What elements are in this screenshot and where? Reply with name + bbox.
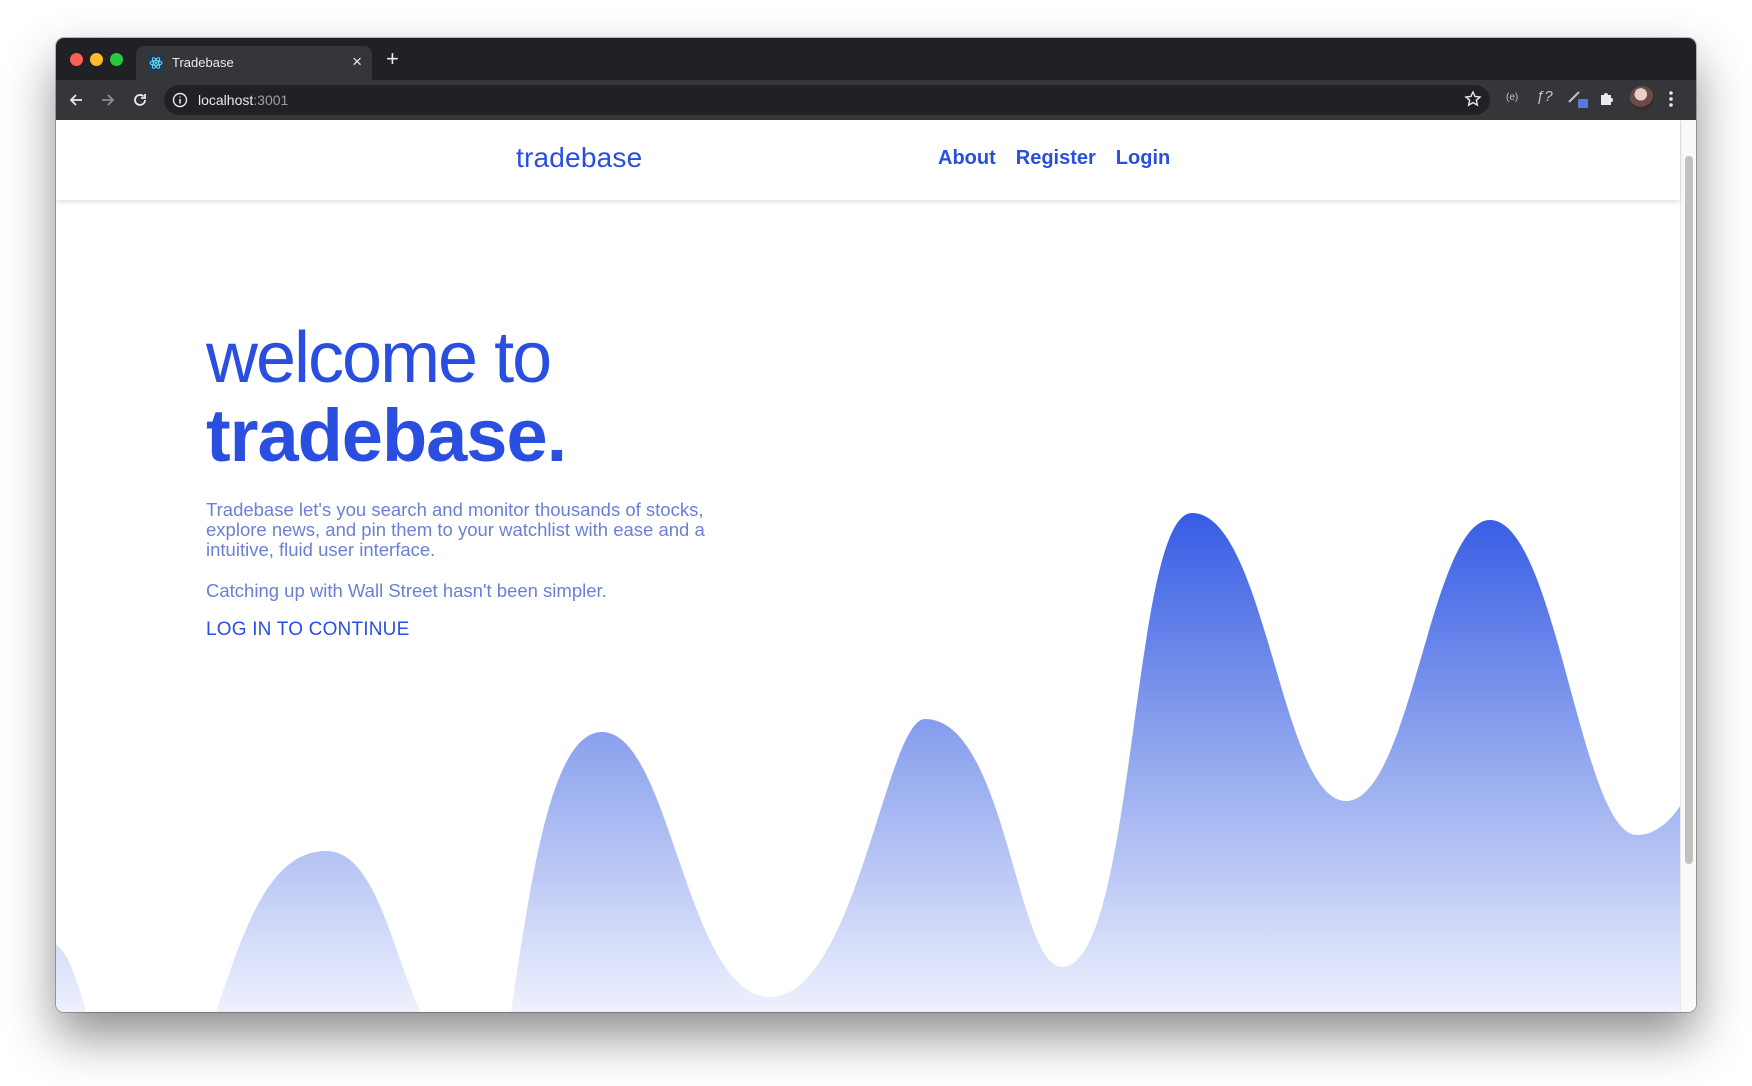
hero-wave-graphic [56,513,1680,1012]
browser-toolbar: localhost:3001 (e) ƒ? [56,80,1696,120]
bookmark-star-icon[interactable] [1464,90,1482,113]
page-viewport: tradebase About Register Login welcome t… [56,120,1696,1012]
url-text: localhost:3001 [198,92,288,108]
hero-welcome-text: welcome to [206,318,552,398]
info-icon[interactable] [172,92,188,113]
extensions-puzzle-icon[interactable] [1598,89,1616,110]
close-tab-icon[interactable]: × [352,52,362,72]
nav-about-link[interactable]: About [938,147,996,170]
nav-register-link[interactable]: Register [1016,147,1096,170]
close-window-button[interactable] [70,53,83,66]
hero-tagline: Catching up with Wall Street hasn't been… [206,580,607,601]
extension-pen-icon[interactable] [1566,87,1590,112]
tab-title: Tradebase [172,55,234,70]
extension-font-icon[interactable]: ƒ? [1536,88,1553,105]
minimize-window-button[interactable] [90,53,103,66]
maximize-window-button[interactable] [110,53,123,66]
extension-e-icon[interactable]: (e) [1506,92,1518,103]
kebab-menu-icon[interactable] [1668,88,1674,115]
nav-login-link[interactable]: Login [1116,147,1170,170]
back-arrow-icon[interactable] [62,86,90,114]
brand-logo[interactable]: tradebase [516,142,642,174]
hero-heading: welcome to tradebase. [206,318,567,477]
scrollbar[interactable] [1680,120,1696,1012]
site-header: tradebase About Register Login [56,120,1680,200]
url-port: :3001 [253,92,289,108]
hero-brand-text: tradebase. [206,394,567,477]
browser-window: Tradebase × + localhost:3001 (e) ƒ? trad… [56,38,1696,1012]
tab-strip: Tradebase × + [56,38,1696,80]
address-bar[interactable]: localhost:3001 [164,85,1490,115]
scrollbar-thumb[interactable] [1685,156,1693,864]
reload-icon[interactable] [126,86,154,114]
new-tab-button[interactable]: + [386,48,399,70]
forward-arrow-icon[interactable] [94,86,122,114]
react-favicon-icon [148,55,164,71]
url-host: localhost [198,92,254,108]
profile-avatar[interactable] [1630,86,1654,110]
main-nav: About Register Login [938,147,1170,170]
hero-description: Tradebase let's you search and monitor t… [206,499,705,560]
browser-tab[interactable]: Tradebase × [136,46,372,80]
login-continue-link[interactable]: LOG IN TO CONTINUE [206,619,409,641]
